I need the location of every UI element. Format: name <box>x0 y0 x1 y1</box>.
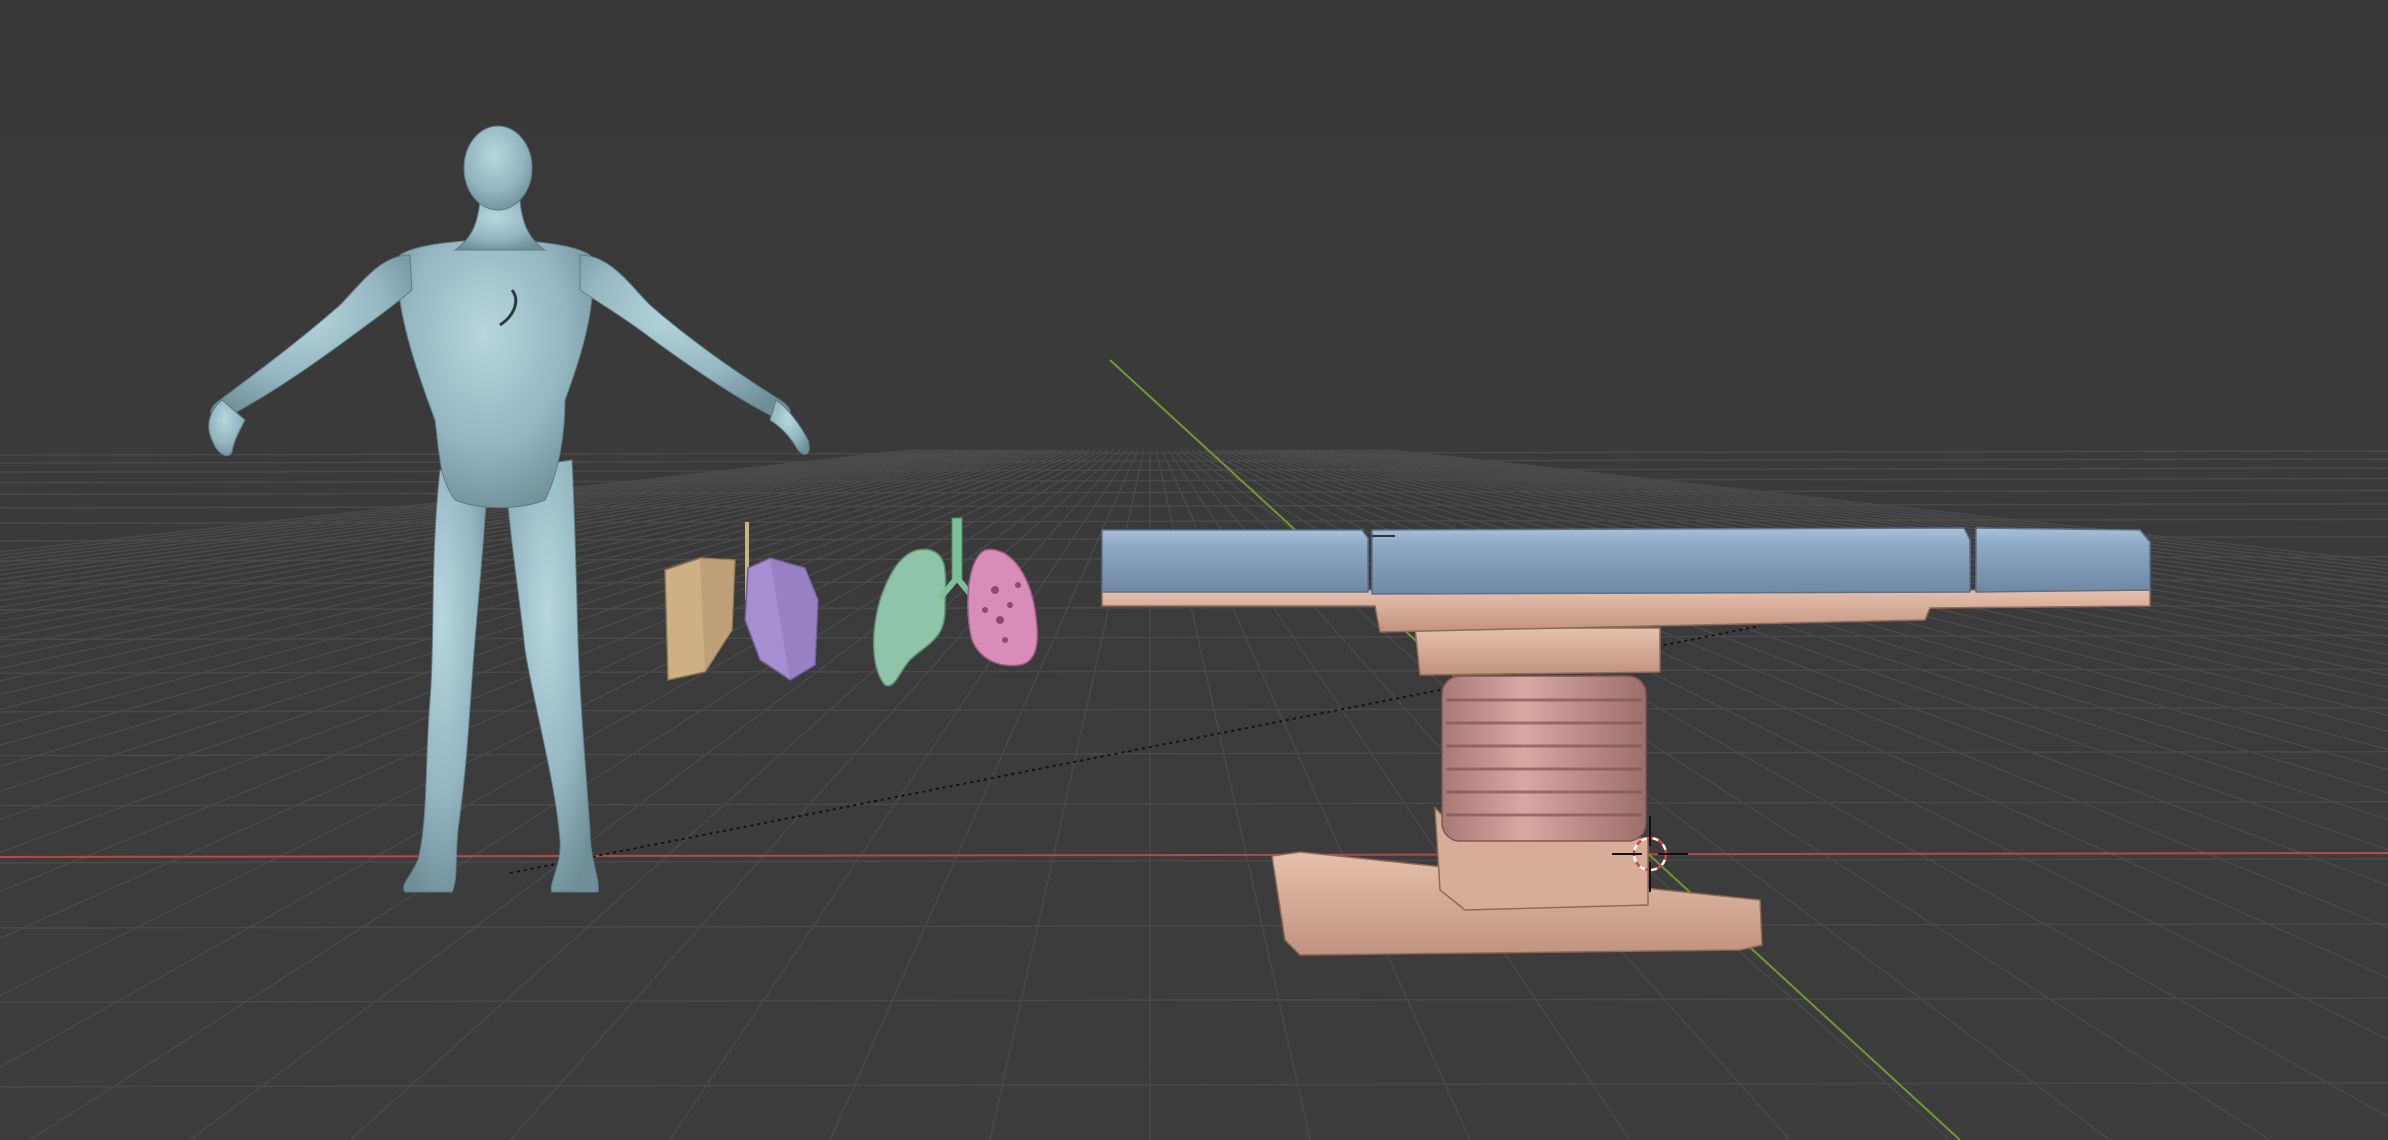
grid-line <box>0 449 1001 630</box>
grid-line <box>0 750 2388 757</box>
grid-line <box>0 449 983 608</box>
grid-line <box>0 800 2388 807</box>
grid-line <box>0 997 2388 1003</box>
grid-line <box>0 706 2388 713</box>
grid-line <box>0 449 989 615</box>
grid-line <box>509 449 1127 1140</box>
grid-line <box>0 477 2388 484</box>
grid-line <box>0 634 2388 641</box>
lung-right[interactable] <box>967 548 1039 667</box>
grid-line <box>189 449 1115 1140</box>
organ-box-purple[interactable] <box>744 557 819 681</box>
operating-table[interactable] <box>1101 527 2151 956</box>
grid-line <box>0 449 995 623</box>
grid-line <box>0 1082 2388 1088</box>
lung-left[interactable] <box>872 548 947 687</box>
grid-line <box>669 449 1133 1140</box>
human-figure[interactable] <box>208 125 810 893</box>
grid-line <box>0 449 1007 639</box>
x-axis-line <box>0 852 2388 858</box>
3d-viewport[interactable] <box>0 0 2388 1140</box>
grid-line <box>0 489 2388 496</box>
grid-line <box>0 503 2388 509</box>
grid-line <box>0 668 2388 674</box>
grid-line <box>0 923 2388 929</box>
